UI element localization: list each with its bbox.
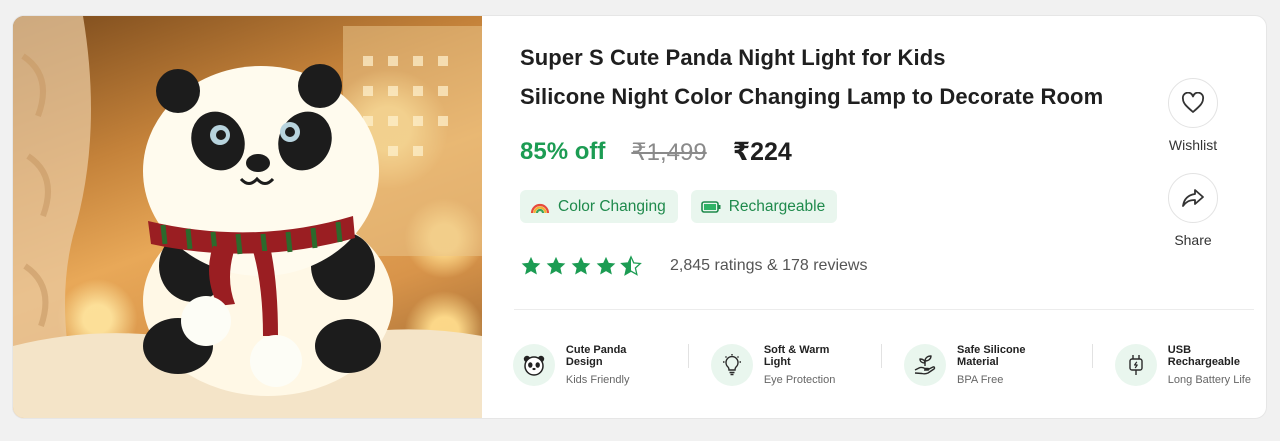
tag-label: Rechargeable	[728, 197, 826, 215]
feature-title: Cute Panda Design	[565, 344, 627, 368]
discount-percent: 85% off	[520, 138, 606, 165]
separator	[881, 344, 883, 368]
share-label: Share	[1174, 232, 1212, 248]
feature-tags: Color Changing Rechargeable	[520, 190, 838, 223]
product-title: Super S Cute Panda Night Light for Kids …	[520, 38, 1160, 116]
star-full-icon	[571, 256, 591, 275]
feature-subtitle: Eye Protection	[763, 374, 836, 386]
star-half-icon	[620, 255, 642, 276]
separator	[1091, 344, 1093, 368]
feature-title: Soft & Warm Light	[763, 344, 830, 368]
feature-title: Safe Silicone Material	[957, 344, 1026, 368]
bulb-icon	[710, 344, 753, 386]
price-row: 85% off ₹1,499 ₹224	[520, 135, 792, 169]
star-rating	[520, 255, 642, 277]
heart-icon	[1181, 92, 1205, 113]
tag-label: Color Changing	[558, 197, 666, 215]
panda-icon	[513, 344, 555, 386]
tag-color-changing: Color Changing	[520, 190, 678, 223]
sprout-hand-icon	[904, 344, 947, 386]
ratings-reviews-count[interactable]: 2,845 ratings & 178 reviews	[670, 257, 867, 275]
selling-price: ₹224	[732, 138, 792, 166]
original-price: ₹1,499	[631, 138, 707, 166]
feature-subtitle: Kids Friendly	[565, 374, 630, 386]
share-button[interactable]	[1168, 173, 1218, 223]
divider	[514, 309, 1254, 310]
wishlist-action: Wishlist	[1153, 78, 1233, 153]
feature-usb-rechargeable: USB Rechargeable Long Battery Life	[1114, 344, 1266, 386]
wishlist-button[interactable]	[1168, 78, 1218, 128]
panda-lamp-illustration	[13, 16, 482, 418]
rating-row[interactable]: 2,845 ratings & 178 reviews	[520, 255, 867, 277]
product-image[interactable]	[13, 16, 482, 418]
share-action: Share	[1153, 173, 1233, 248]
usb-plug-icon	[1114, 344, 1157, 386]
feature-warm-light: Soft & Warm Light Eye Protection	[710, 344, 859, 386]
product-title-line-1: Super S Cute Panda Night Light for Kids	[520, 45, 946, 70]
features-strip: Cute Panda Design Kids Friendly Soft & W…	[513, 344, 1266, 386]
feature-subtitle: Long Battery Life	[1167, 374, 1251, 386]
feature-subtitle: BPA Free	[957, 374, 1004, 386]
product-title-line-2: Silicone Night Color Changing Lamp to De…	[520, 84, 1104, 109]
share-arrow-icon	[1182, 189, 1204, 207]
feature-safe-silicone: Safe Silicone Material BPA Free	[904, 344, 1070, 386]
feature-panda-design: Cute Panda Design Kids Friendly	[513, 344, 666, 386]
feature-title: USB Rechargeable	[1167, 344, 1240, 368]
wishlist-label: Wishlist	[1168, 137, 1218, 153]
star-full-icon	[546, 256, 566, 275]
rainbow-icon	[530, 199, 550, 215]
product-card: Super S Cute Panda Night Light for Kids …	[12, 15, 1267, 419]
tag-rechargeable: Rechargeable	[690, 190, 838, 223]
battery-icon	[700, 199, 721, 215]
separator	[687, 344, 689, 368]
star-full-icon	[596, 256, 616, 275]
star-full-icon	[521, 256, 541, 275]
